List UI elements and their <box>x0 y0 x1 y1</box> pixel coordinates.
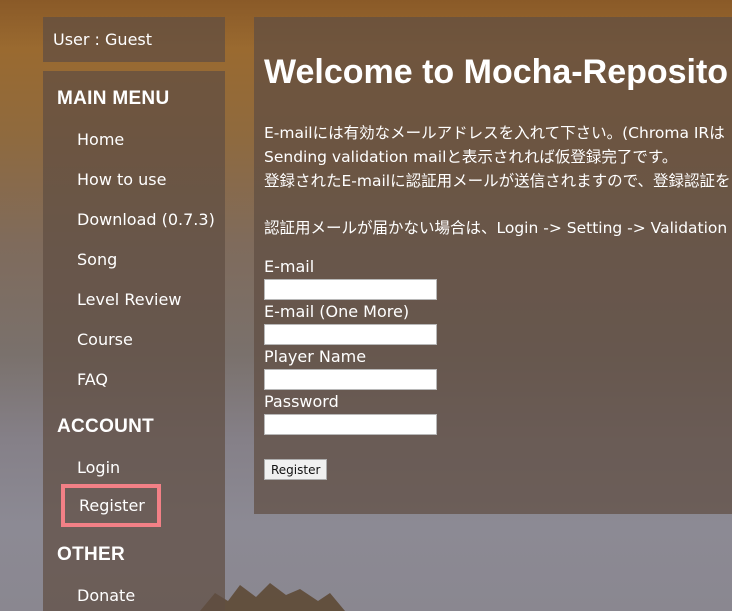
sidebar-item-donate[interactable]: Donate <box>77 586 135 605</box>
sidebar-item-register[interactable]: Register <box>61 484 161 527</box>
info-line-mail-not-arrived: 認証用メールが届かない場合は、Login -> Setting -> Valid… <box>264 219 728 237</box>
sidebar-item-faq[interactable]: FAQ <box>77 370 108 389</box>
sidebar-item-course[interactable]: Course <box>77 330 133 349</box>
email-confirm-field[interactable] <box>264 324 437 345</box>
info-line-validation-mail: Sending validation mailと表示されれば仮登録完了です。 <box>264 148 678 166</box>
sidebar: MAIN MENU Home How to use Download (0.7.… <box>43 71 225 611</box>
account-heading: ACCOUNT <box>57 416 155 437</box>
sidebar-item-level-review[interactable]: Level Review <box>77 290 181 309</box>
user-status-label: User : Guest <box>53 30 153 49</box>
sidebar-item-download[interactable]: Download (0.7.3) <box>77 210 215 229</box>
register-button[interactable]: Register <box>264 459 328 480</box>
main-menu-heading: MAIN MENU <box>57 88 170 109</box>
password-field[interactable] <box>264 414 437 435</box>
email-label: E-mail <box>264 257 315 276</box>
sidebar-item-login[interactable]: Login <box>77 458 120 477</box>
sidebar-item-how-to-use[interactable]: How to use <box>77 170 166 189</box>
sidebar-item-song[interactable]: Song <box>77 250 117 269</box>
other-heading: OTHER <box>57 544 125 565</box>
info-line-email-instruction: E-mailには有効なメールアドレスを入れて下さい。(Chroma IRは <box>264 124 725 142</box>
sidebar-item-home[interactable]: Home <box>77 130 124 149</box>
info-line-registration-mail: 登録されたE-mailに認証用メールが送信されますので、登録認証を <box>264 172 731 190</box>
user-status-box: User : Guest <box>43 17 225 62</box>
page-title: Welcome to Mocha-Reposito <box>264 53 729 91</box>
email-confirm-label: E-mail (One More) <box>264 302 410 321</box>
player-name-label: Player Name <box>264 347 367 366</box>
player-name-field[interactable] <box>264 369 437 390</box>
password-label: Password <box>264 392 339 411</box>
sidebar-item-register-label: Register <box>79 496 145 515</box>
main-content: Welcome to Mocha-Reposito E-mailには有効なメール… <box>254 17 732 514</box>
email-field[interactable] <box>264 279 437 300</box>
